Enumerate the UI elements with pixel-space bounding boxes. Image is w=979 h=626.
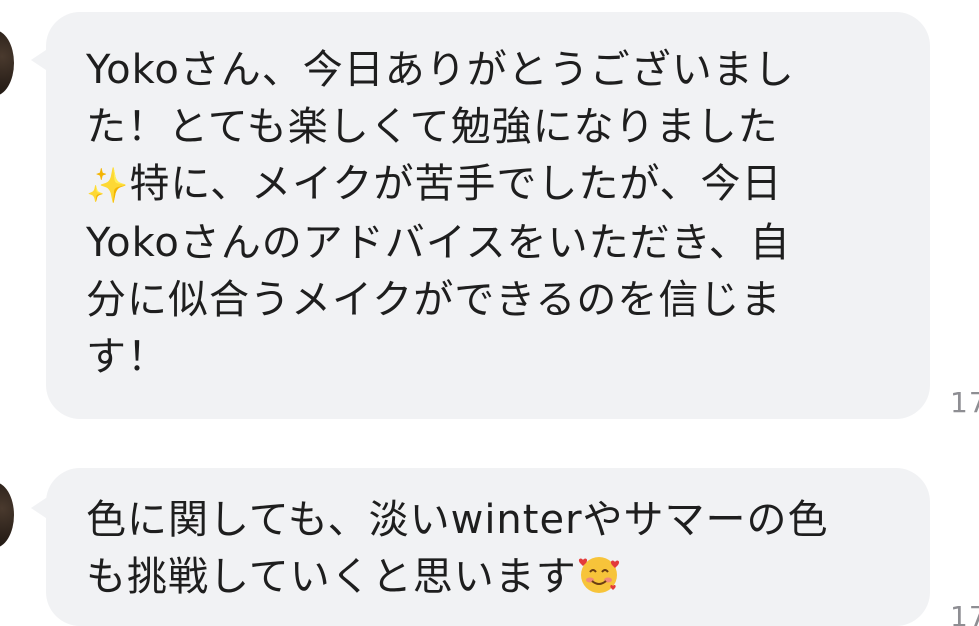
message-line: 色に関しても、淡いwinterやサマーの色 xyxy=(86,497,829,543)
message-line-text: も挑戦していくと思います xyxy=(86,554,577,600)
bubble-tail xyxy=(31,496,49,520)
avatar[interactable] xyxy=(0,30,14,96)
chat-thread: Yokoさん、今日ありがとうございまし た！とても楽しくて勉強になりました ✨特… xyxy=(0,0,979,626)
sparkles-icon: ✨ xyxy=(86,166,130,206)
message-bubble[interactable]: 色に関しても、淡いwinterやサマーの色 も挑戦していくと思います xyxy=(31,468,930,626)
message-line: Yokoさん、今日ありがとうございまし xyxy=(86,47,795,93)
smiling-face-with-hearts-icon xyxy=(578,557,619,593)
message-line-text: 特に、メイクが苦手でしたが、今日 xyxy=(129,161,783,207)
bubble-tail xyxy=(31,48,49,72)
message-line: Yokoさんのアドバイスをいただき、自 xyxy=(86,220,791,266)
message-timestamp: 17 xyxy=(950,600,979,626)
message-line: た！とても楽しくて勉強になりました xyxy=(86,104,779,150)
message-bubble[interactable]: Yokoさん、今日ありがとうございまし た！とても楽しくて勉強になりました ✨特… xyxy=(31,12,930,419)
message-line: す！ xyxy=(86,334,168,380)
message-line: 分に似合うメイクができるのを信じま xyxy=(86,277,782,323)
avatar[interactable] xyxy=(0,482,14,548)
message-line-with-icon: ✨特に、メイクが苦手でしたが、今日 xyxy=(86,156,894,215)
message-timestamp: 17 xyxy=(950,386,979,419)
message-line-with-icon: も挑戦していくと思います xyxy=(86,549,894,606)
